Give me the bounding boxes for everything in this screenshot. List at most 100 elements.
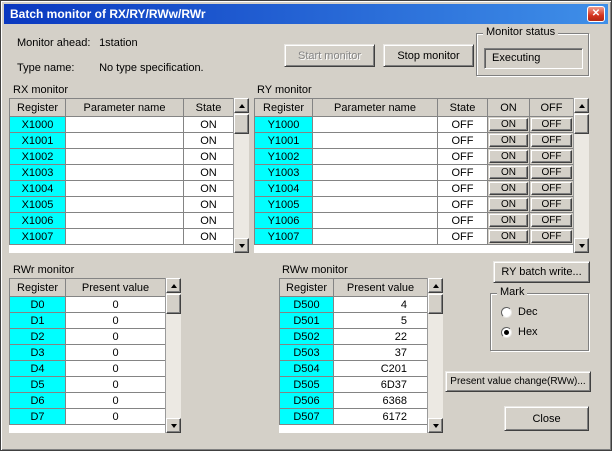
- register-cell: D5: [10, 377, 66, 393]
- ry-on-button[interactable]: ON: [489, 150, 528, 163]
- monitor-ahead-label: Monitor ahead:: [17, 37, 96, 49]
- parameter-cell: [313, 117, 438, 133]
- present-value-cell: 0: [66, 345, 166, 361]
- ry-column-header: Register: [255, 99, 313, 117]
- present-value-cell: 0: [66, 393, 166, 409]
- radio-icon[interactable]: [501, 327, 512, 338]
- monitor-status-value: Executing: [484, 48, 583, 69]
- parameter-cell: [66, 197, 184, 213]
- scrollbar-thumb[interactable]: [166, 294, 181, 314]
- state-cell: OFF: [438, 149, 488, 165]
- register-cell: X1002: [10, 149, 66, 165]
- parameter-cell: [66, 117, 184, 133]
- present-value-cell: 0: [66, 361, 166, 377]
- scroll-up-icon[interactable]: [574, 98, 589, 113]
- rwr-scrollbar[interactable]: [165, 278, 181, 433]
- scrollbar-thumb[interactable]: [428, 294, 443, 314]
- ry-on-button[interactable]: ON: [489, 134, 528, 147]
- ry-off-button[interactable]: OFF: [531, 230, 572, 243]
- scrollbar-thumb[interactable]: [234, 114, 249, 134]
- ry-on-button[interactable]: ON: [489, 118, 528, 131]
- ry-off-button[interactable]: OFF: [531, 214, 572, 227]
- register-cell: D506: [280, 393, 334, 409]
- ry-off-button[interactable]: OFF: [531, 150, 572, 163]
- parameter-cell: [313, 229, 438, 245]
- table-row: X1007ON: [10, 229, 234, 245]
- ry-column-header: OFF: [530, 99, 574, 117]
- table-row: Y1006 OFFONOFF: [255, 213, 574, 229]
- table-row: D5066368: [280, 393, 428, 409]
- register-cell: D6: [10, 393, 66, 409]
- register-cell: X1005: [10, 197, 66, 213]
- rww-scrollbar[interactable]: [427, 278, 443, 433]
- table-row: D30: [10, 345, 166, 361]
- mark-option-dec[interactable]: Dec: [501, 306, 538, 318]
- scroll-down-icon[interactable]: [574, 238, 589, 253]
- ry-column-header: ON: [488, 99, 530, 117]
- title-bar: Batch monitor of RX/RY/RWw/RWr: [4, 4, 608, 24]
- ry-on-button[interactable]: ON: [489, 182, 528, 195]
- parameter-cell: [66, 165, 184, 181]
- mark-option-hex[interactable]: Hex: [501, 326, 538, 338]
- state-cell: ON: [184, 197, 234, 213]
- table-row: Y1000OFFONOFF: [255, 117, 574, 133]
- scroll-up-icon[interactable]: [166, 278, 181, 293]
- register-cell: D507: [280, 409, 334, 425]
- table-row: D5015: [280, 313, 428, 329]
- ry-on-button[interactable]: ON: [489, 230, 528, 243]
- close-button[interactable]: Close: [504, 406, 589, 431]
- rx-column-header: State: [184, 99, 234, 117]
- register-cell: Y1006: [255, 213, 313, 229]
- start-monitor-button[interactable]: Start monitor: [284, 44, 375, 67]
- ry-on-button[interactable]: ON: [489, 214, 528, 227]
- ry-on-button[interactable]: ON: [489, 166, 528, 179]
- table-row: D40: [10, 361, 166, 377]
- type-name-label: Type name:: [17, 62, 96, 74]
- scroll-down-icon[interactable]: [428, 418, 443, 433]
- ry-off-button[interactable]: OFF: [531, 182, 572, 195]
- rww-column-header: Present value: [334, 279, 428, 297]
- rww-monitor-table: Register Present value D5004 D5015 D5022…: [279, 278, 443, 433]
- state-cell: OFF: [438, 213, 488, 229]
- state-cell: ON: [184, 181, 234, 197]
- monitor-ahead-value: 1station: [99, 37, 138, 49]
- parameter-cell: [66, 181, 184, 197]
- state-cell: ON: [184, 133, 234, 149]
- scroll-down-icon[interactable]: [166, 418, 181, 433]
- parameter-cell: [313, 165, 438, 181]
- ry-on-button[interactable]: ON: [489, 198, 528, 211]
- rx-column-header: Parameter name: [66, 99, 184, 117]
- scrollbar-thumb[interactable]: [574, 114, 589, 134]
- ry-off-button[interactable]: OFF: [531, 118, 572, 131]
- type-name-value: No type specification.: [99, 62, 204, 74]
- ry-scrollbar[interactable]: [573, 98, 589, 253]
- scroll-up-icon[interactable]: [428, 278, 443, 293]
- radio-icon[interactable]: [501, 307, 512, 318]
- table-row: D50337: [280, 345, 428, 361]
- table-row: D60: [10, 393, 166, 409]
- ry-batch-write-button[interactable]: RY batch write...: [493, 261, 590, 283]
- present-value-cell: 6368: [334, 393, 428, 409]
- rww-column-header: Register: [280, 279, 334, 297]
- stop-monitor-button[interactable]: Stop monitor: [383, 44, 474, 67]
- table-row: D504C201: [280, 361, 428, 377]
- parameter-cell: [66, 149, 184, 165]
- state-cell: ON: [184, 117, 234, 133]
- state-cell: ON: [184, 213, 234, 229]
- present-value-cell: C201: [334, 361, 428, 377]
- parameter-cell: [313, 197, 438, 213]
- table-row: Y1004OFFONOFF: [255, 181, 574, 197]
- ry-off-button[interactable]: OFF: [531, 198, 572, 211]
- present-value-change-button[interactable]: Present value change(RWw)...: [445, 371, 591, 392]
- close-icon[interactable]: ✕: [587, 6, 605, 22]
- ry-off-button[interactable]: OFF: [531, 134, 572, 147]
- register-cell: D7: [10, 409, 66, 425]
- register-cell: Y1001: [255, 133, 313, 149]
- scroll-up-icon[interactable]: [234, 98, 249, 113]
- scroll-down-icon[interactable]: [234, 238, 249, 253]
- table-row: X1001ON: [10, 133, 234, 149]
- register-cell: Y1002: [255, 149, 313, 165]
- rx-scrollbar[interactable]: [233, 98, 249, 253]
- present-value-cell: 0: [66, 329, 166, 345]
- ry-off-button[interactable]: OFF: [531, 166, 572, 179]
